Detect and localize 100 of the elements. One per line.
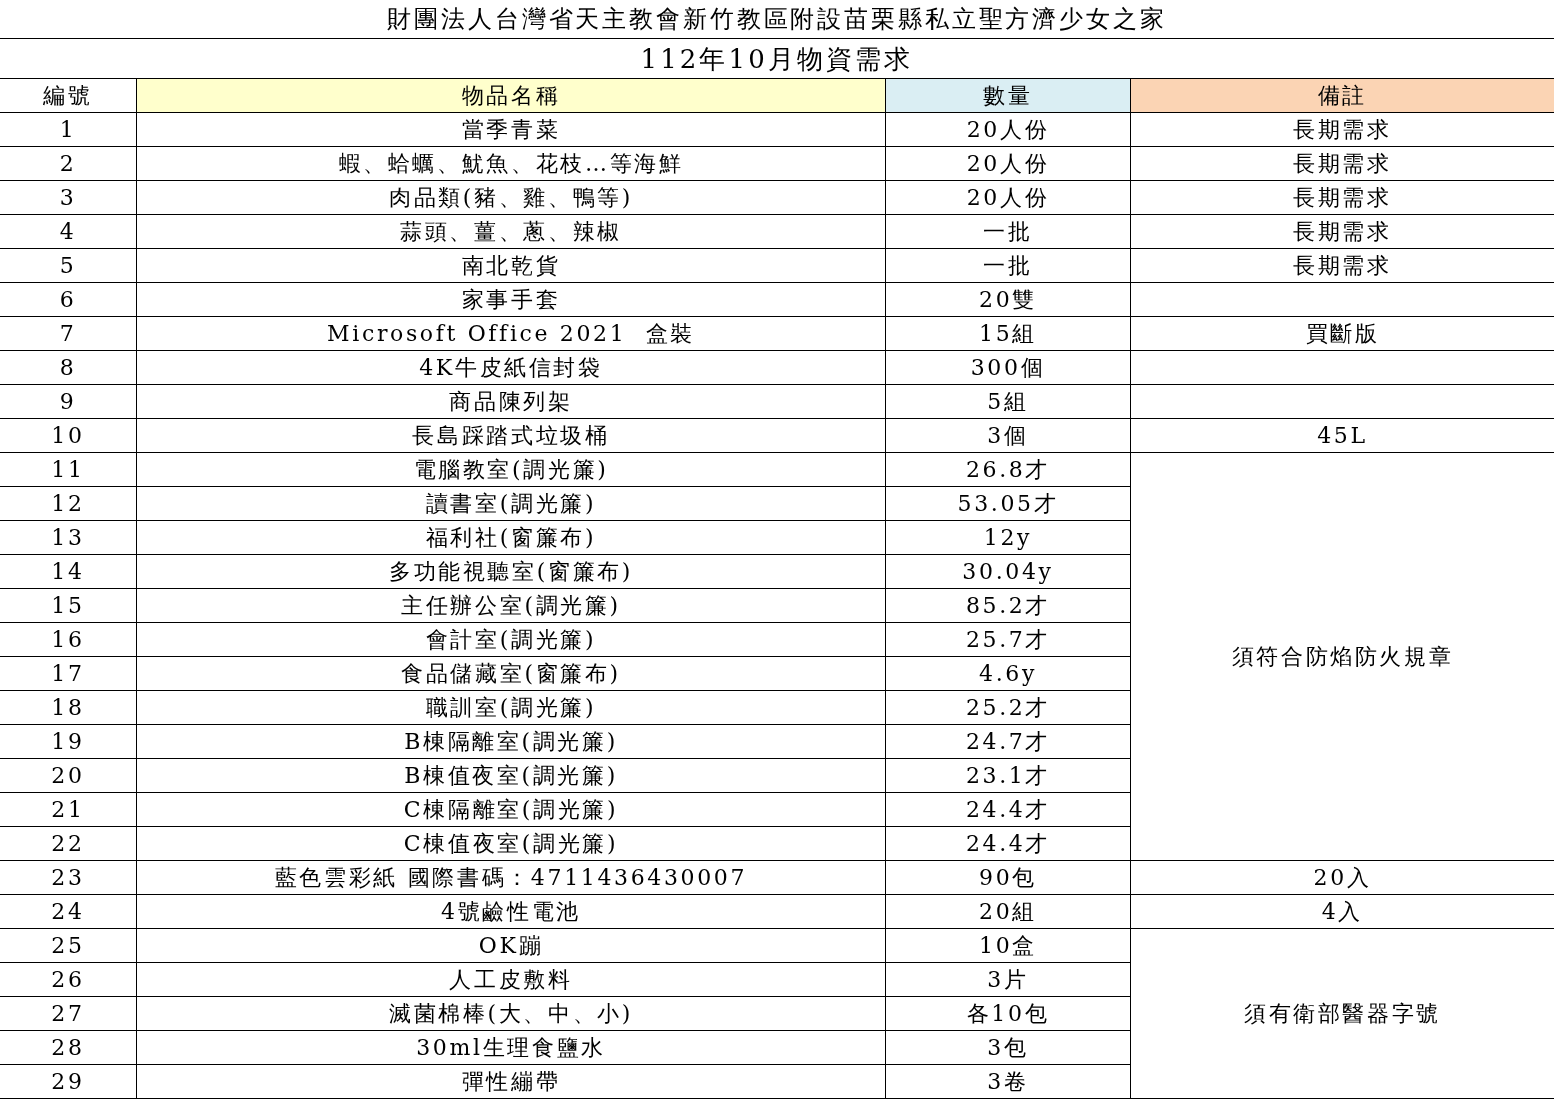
sheet-title: 財團法人台灣省天主教會新竹教區附設苗栗縣私立聖方濟少女之家 [0,0,1554,39]
table-cell: 20雙 [886,283,1131,317]
table-cell: 30.04y [886,555,1131,589]
table-cell: 4 [0,215,137,249]
table-cell: 4入 [1131,895,1554,929]
table-cell: 30ml生理食鹽水 [137,1031,886,1065]
table-cell: 3卷 [886,1065,1131,1099]
table-cell: 20入 [1131,861,1554,895]
table-cell: 2 [0,147,137,181]
table-cell: 3 [0,181,137,215]
table-cell: 10 [0,419,137,453]
table-cell: 26 [0,963,137,997]
table-cell: 讀書室(調光簾) [137,487,886,521]
table-cell: 3包 [886,1031,1131,1065]
table-cell: 蝦、蛤蠣、魷魚、花枝…等海鮮 [137,147,886,181]
table-cell: 5組 [886,385,1131,419]
table-cell: Microsoft Office 2021 盒裝 [137,317,886,351]
table-cell: 29 [0,1065,137,1099]
table-cell: 長期需求 [1131,113,1554,147]
table-cell: 8 [0,351,137,385]
table-cell: 20人份 [886,113,1131,147]
table-cell: 13 [0,521,137,555]
table-cell: 22 [0,827,137,861]
table-cell: 職訓室(調光簾) [137,691,886,725]
table-cell: 16 [0,623,137,657]
table-cell: 一批 [886,249,1131,283]
table-cell: 南北乾貨 [137,249,886,283]
table-cell: 人工皮敷料 [137,963,886,997]
table-cell: 商品陳列架 [137,385,886,419]
table-cell: 4K牛皮紙信封袋 [137,351,886,385]
table-cell: 26.8才 [886,453,1131,487]
table-cell: 12 [0,487,137,521]
table-cell: 彈性繃帶 [137,1065,886,1099]
table-cell: 15組 [886,317,1131,351]
table-cell: B棟值夜室(調光簾) [137,759,886,793]
table-cell: 4號鹼性電池 [137,895,886,929]
table-cell: 10盒 [886,929,1131,963]
table-cell: 17 [0,657,137,691]
table-cell: 25.7才 [886,623,1131,657]
table-cell: 主任辦公室(調光簾) [137,589,886,623]
table-cell: 23 [0,861,137,895]
table-cell: 多功能視聽室(窗簾布) [137,555,886,589]
table-cell: 21 [0,793,137,827]
table-cell: 5 [0,249,137,283]
table-cell: 11 [0,453,137,487]
table-cell: 53.05才 [886,487,1131,521]
table-cell: 會計室(調光簾) [137,623,886,657]
table-cell: 20人份 [886,181,1131,215]
table-cell: C棟隔離室(調光簾) [137,793,886,827]
column-header: 物品名稱 [137,79,886,113]
table-cell: 蒜頭、薑、蔥、辣椒 [137,215,886,249]
table-cell: 長期需求 [1131,181,1554,215]
table-cell: 28 [0,1031,137,1065]
table-cell: 買斷版 [1131,317,1554,351]
table-cell: 20 [0,759,137,793]
table-cell: 福利社(窗簾布) [137,521,886,555]
table-cell: 滅菌棉棒(大、中、小) [137,997,886,1031]
table-cell: 24.4才 [886,793,1131,827]
table-cell: 12y [886,521,1131,555]
column-header: 備註 [1131,79,1554,113]
table-cell: 1 [0,113,137,147]
table-cell: 45L [1131,419,1554,453]
table-cell: 85.2才 [886,589,1131,623]
table-cell: 長期需求 [1131,215,1554,249]
table-cell: 19 [0,725,137,759]
table-cell: 一批 [886,215,1131,249]
column-header: 數量 [886,79,1131,113]
table-cell: 27 [0,997,137,1031]
table-cell: 須有衛部醫器字號 [1131,929,1554,1099]
table-cell: 4.6y [886,657,1131,691]
table-cell: 當季青菜 [137,113,886,147]
table-cell: 7 [0,317,137,351]
table-cell: 藍色雲彩紙 國際書碼：4711436430007 [137,861,886,895]
table-cell: 6 [0,283,137,317]
table-cell: 家事手套 [137,283,886,317]
table-cell: 25.2才 [886,691,1131,725]
table-cell: 3片 [886,963,1131,997]
table-cell: 15 [0,589,137,623]
table-cell: 長期需求 [1131,147,1554,181]
table-cell: 24.7才 [886,725,1131,759]
table-cell: 90包 [886,861,1131,895]
table-cell: 9 [0,385,137,419]
table-cell: 20人份 [886,147,1131,181]
table-cell: 食品儲藏室(窗簾布) [137,657,886,691]
table-cell: OK蹦 [137,929,886,963]
table-cell: B棟隔離室(調光簾) [137,725,886,759]
table-cell: 14 [0,555,137,589]
table-cell: 18 [0,691,137,725]
table-cell: 300個 [886,351,1131,385]
table-cell: C棟值夜室(調光簾) [137,827,886,861]
table-cell: 肉品類(豬、雞、鴨等) [137,181,886,215]
table-cell: 24 [0,895,137,929]
table-cell: 20組 [886,895,1131,929]
table-cell: 各10包 [886,997,1131,1031]
column-header: 編號 [0,79,137,113]
table-cell: 須符合防焰防火規章 [1131,453,1554,861]
table-cell: 長島踩踏式垃圾桶 [137,419,886,453]
table-cell: 電腦教室(調光簾) [137,453,886,487]
table-cell: 3個 [886,419,1131,453]
table-cell: 長期需求 [1131,249,1554,283]
